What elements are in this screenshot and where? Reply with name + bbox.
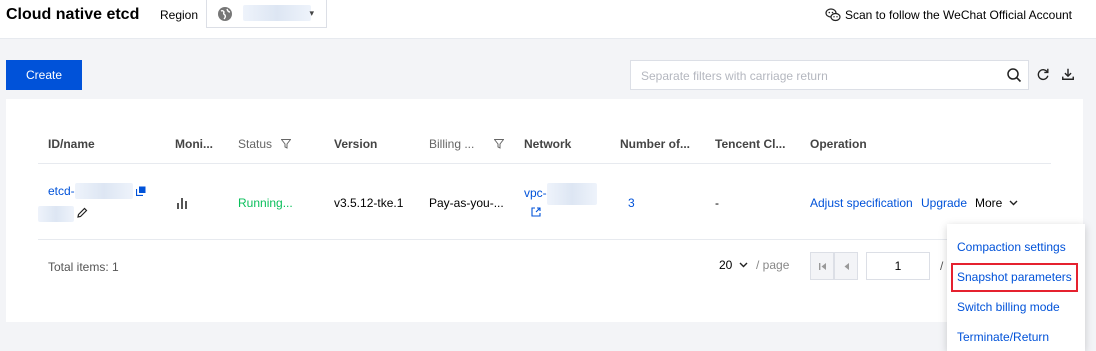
number-link[interactable]: 3 <box>628 196 635 210</box>
copy-icon[interactable] <box>136 186 146 196</box>
row-divider <box>38 239 1051 240</box>
page-number-input[interactable]: 1 <box>866 252 930 280</box>
first-page-icon <box>818 262 826 270</box>
header-divider <box>38 163 1051 164</box>
monitoring-chart-icon[interactable] <box>176 197 190 209</box>
wechat-follow-link[interactable]: Scan to follow the WeChat Official Accou… <box>825 7 1072 23</box>
instance-name-redacted <box>38 206 74 222</box>
column-header-status[interactable]: Status <box>238 137 292 151</box>
per-page-label: / page <box>756 258 790 272</box>
billing-value: Pay-as-you-... <box>429 196 504 210</box>
highlight-box <box>951 263 1078 292</box>
page-title: Cloud native etcd <box>6 6 140 23</box>
external-link-icon[interactable] <box>531 207 541 217</box>
wechat-icon <box>825 8 841 22</box>
column-header-number: Number of... <box>620 137 691 151</box>
first-page-button[interactable] <box>810 252 834 280</box>
more-dropdown-button[interactable]: More <box>975 196 1018 210</box>
column-header-status-label: Status <box>238 137 273 151</box>
instance-id-redacted <box>74 183 133 199</box>
vpc-id-redacted <box>546 183 597 205</box>
menu-item-terminate-return[interactable]: Terminate/Return <box>947 322 1085 351</box>
globe-icon <box>218 7 232 21</box>
refresh-icon[interactable] <box>1036 67 1050 81</box>
create-button[interactable]: Create <box>6 60 82 90</box>
column-header-monitoring: Moni... <box>175 137 213 151</box>
region-value-redacted <box>243 5 311 21</box>
total-items: Total items: 1 <box>48 260 119 274</box>
column-header-version: Version <box>334 137 378 151</box>
instance-id-prefix: etcd- <box>48 184 75 198</box>
more-dropdown-menu: Compaction settings Snapshot parameters … <box>947 224 1085 351</box>
prev-page-button[interactable] <box>834 252 858 280</box>
menu-item-switch-billing-mode[interactable]: Switch billing mode <box>947 292 1085 322</box>
column-header-operation: Operation <box>810 137 867 151</box>
version-value: v3.5.12-tke.1 <box>334 196 404 210</box>
instance-table-panel: ID/name Moni... Status Version Billing .… <box>6 99 1083 322</box>
column-header-billing[interactable]: Billing ... <box>429 137 504 151</box>
pagination: 1 / 1 <box>810 252 953 280</box>
top-bar: Cloud native etcd Region ▾ Scan to follo… <box>0 0 1096 39</box>
chevron-down-icon: ▾ <box>309 8 314 18</box>
upgrade-link[interactable]: Upgrade <box>921 196 967 210</box>
page-size-value: 20 <box>719 258 733 272</box>
vpc-link[interactable]: vpc- <box>524 183 597 205</box>
column-header-billing-label: Billing ... <box>429 137 475 151</box>
menu-item-compaction-settings[interactable]: Compaction settings <box>947 232 1085 262</box>
edit-icon[interactable] <box>76 207 88 219</box>
prev-page-icon <box>844 262 849 270</box>
vpc-prefix: vpc- <box>524 186 547 200</box>
wechat-text: Scan to follow the WeChat Official Accou… <box>845 8 1073 22</box>
chevron-down-icon <box>1009 200 1018 206</box>
more-label: More <box>975 196 1003 210</box>
page-size-select[interactable]: 20 <box>719 258 748 272</box>
status-badge: Running... <box>238 196 293 210</box>
filter-icon[interactable] <box>281 139 292 149</box>
instance-id-link[interactable]: etcd- <box>48 183 133 199</box>
column-header-tencent-cloud: Tencent Cl... <box>715 137 786 151</box>
search-placeholder: Separate filters with carriage return <box>641 69 828 83</box>
adjust-specification-link[interactable]: Adjust specification <box>810 196 913 210</box>
search-input[interactable]: Separate filters with carriage return <box>630 60 1029 90</box>
region-select[interactable]: ▾ <box>206 0 327 28</box>
column-header-network: Network <box>524 137 572 151</box>
region-label: Region <box>160 8 199 22</box>
tencent-cloud-value: - <box>715 196 719 210</box>
column-header-id: ID/name <box>48 137 95 151</box>
download-icon[interactable] <box>1061 67 1075 81</box>
chevron-down-icon <box>739 262 748 268</box>
search-icon[interactable] <box>1006 67 1022 83</box>
filter-icon[interactable] <box>493 139 504 149</box>
